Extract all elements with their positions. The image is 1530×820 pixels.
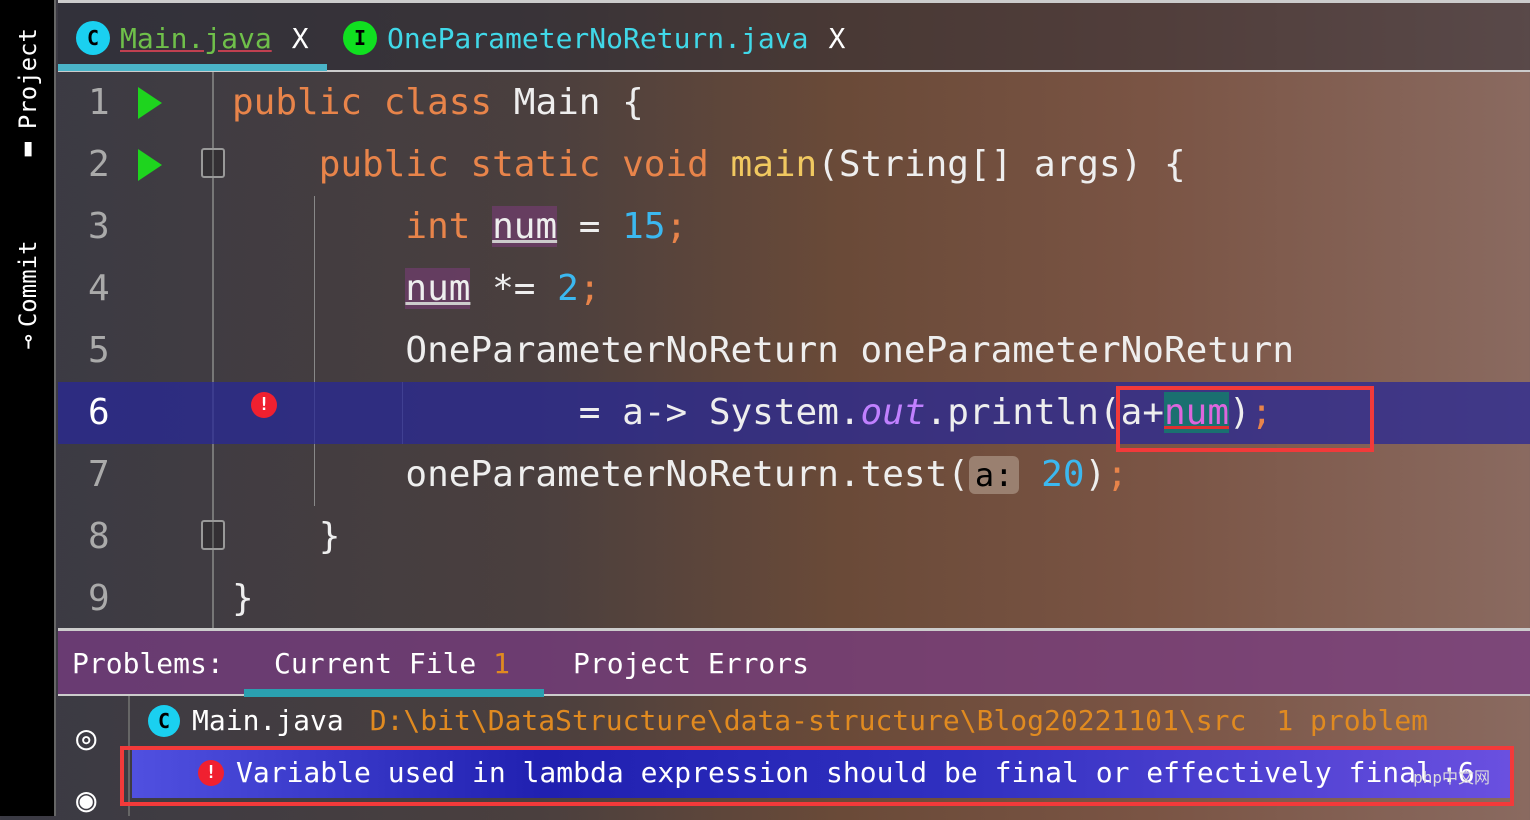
folder-icon: ▮ xyxy=(14,137,42,166)
code-token: public static void xyxy=(318,144,731,185)
code-line[interactable]: 2 public static void main(String[] args)… xyxy=(58,134,1530,196)
tab-one-parameter-no-return[interactable]: I OneParameterNoReturn.java X xyxy=(343,21,845,55)
class-icon: C xyxy=(148,704,180,737)
commit-tool-button[interactable]: ⊸ Commit xyxy=(14,240,42,349)
code-token: ; xyxy=(665,206,688,247)
tab-project-errors[interactable]: Project Errors xyxy=(573,647,809,680)
code-token: } xyxy=(232,578,254,619)
code-token: int xyxy=(405,206,493,247)
run-icon[interactable] xyxy=(138,87,162,119)
code-token: out xyxy=(860,392,926,433)
code-token: } xyxy=(232,516,341,557)
tool-window-sidebar: ▮ Project ⊸ Commit xyxy=(0,0,56,816)
line-number: 5 xyxy=(88,330,110,371)
close-icon[interactable]: X xyxy=(292,22,309,55)
line-number: 7 xyxy=(88,454,110,495)
code-line[interactable]: 7 oneParameterNoReturn.test(a: 20); xyxy=(58,444,1530,506)
code-text: public class Main { xyxy=(232,72,644,134)
line-number: 4 xyxy=(88,268,110,309)
code-token: 15 xyxy=(622,206,666,247)
code-text: OneParameterNoReturn oneParameterNoRetur… xyxy=(232,320,1294,382)
editor-tabs: C Main.java X I OneParameterNoReturn.jav… xyxy=(58,0,1530,72)
code-line[interactable]: 4 num *= 2; xyxy=(58,258,1530,320)
line-number: 2 xyxy=(88,144,110,185)
code-text: num *= 2; xyxy=(232,258,601,320)
code-text: oneParameterNoReturn.test(a: 20); xyxy=(232,444,1128,506)
code-token: oneParameterNoReturn.test( xyxy=(232,454,969,495)
code-line[interactable]: 1 public class Main { xyxy=(58,72,1530,134)
code-token: a: xyxy=(968,456,1020,494)
code-token: OneParameterNoReturn oneParameterNoRetur… xyxy=(232,330,1295,371)
tab-current-file[interactable]: Current File 1 xyxy=(274,647,510,680)
problems-label: Problems: xyxy=(72,647,224,680)
run-icon[interactable] xyxy=(138,149,162,181)
fold-icon[interactable] xyxy=(201,148,225,178)
code-token: ; xyxy=(1106,454,1128,495)
error-highlight-box xyxy=(1116,386,1374,452)
code-token: *= xyxy=(470,268,558,309)
code-editor[interactable]: 1 public class Main {2 public static void… xyxy=(58,72,1530,628)
code-text: } xyxy=(232,506,341,568)
code-line[interactable]: 8 } xyxy=(58,506,1530,568)
code-token: ) xyxy=(1084,454,1107,495)
interface-icon: I xyxy=(343,21,377,55)
code-token: public class xyxy=(232,82,514,123)
code-line[interactable]: 5 OneParameterNoReturn oneParameterNoRet… xyxy=(58,320,1530,382)
problems-panel-header: Problems: Current File 1 Project Errors xyxy=(58,628,1530,697)
fold-icon[interactable] xyxy=(201,520,225,550)
code-token: num xyxy=(405,268,471,309)
line-number: 1 xyxy=(88,82,110,123)
error-highlight-box xyxy=(120,746,1514,806)
code-text: public static void main(String[] args) { xyxy=(232,134,1186,196)
code-text: int num = 15; xyxy=(232,196,687,258)
line-number: 6 xyxy=(88,392,110,433)
code-text: } xyxy=(232,568,254,630)
eye-icon[interactable]: ◉ xyxy=(76,780,96,820)
code-token: = xyxy=(557,206,623,247)
code-token: 20 xyxy=(1041,454,1085,495)
code-token: main xyxy=(730,144,818,185)
line-number: 9 xyxy=(88,578,110,619)
class-icon: C xyxy=(76,21,110,55)
commit-icon: ⊸ xyxy=(14,334,42,350)
code-token: = a-> System. xyxy=(232,392,861,433)
autoscroll-icon[interactable]: ◎ xyxy=(76,718,96,758)
problems-list: ◎ ◉ C Main.java D:\bit\DataStructure\dat… xyxy=(58,696,1530,820)
code-token: 2 xyxy=(557,268,579,309)
code-line[interactable]: 9} xyxy=(58,568,1530,630)
code-line[interactable]: 3 int num = 15; xyxy=(58,196,1530,258)
problem-file-row[interactable]: C Main.java D:\bit\DataStructure\data-st… xyxy=(148,704,1428,737)
code-token: ; xyxy=(578,268,601,309)
tab-main-java[interactable]: C Main.java X xyxy=(76,21,309,55)
active-tab-indicator xyxy=(58,64,327,71)
project-tool-button[interactable]: ▮ Project xyxy=(14,28,42,165)
line-number: 8 xyxy=(88,516,110,557)
line-number: 3 xyxy=(88,206,110,247)
code-token: num xyxy=(492,206,558,247)
close-icon[interactable]: X xyxy=(828,22,845,55)
code-token: Main { xyxy=(513,82,644,123)
code-token: (String[] args) { xyxy=(817,144,1186,185)
